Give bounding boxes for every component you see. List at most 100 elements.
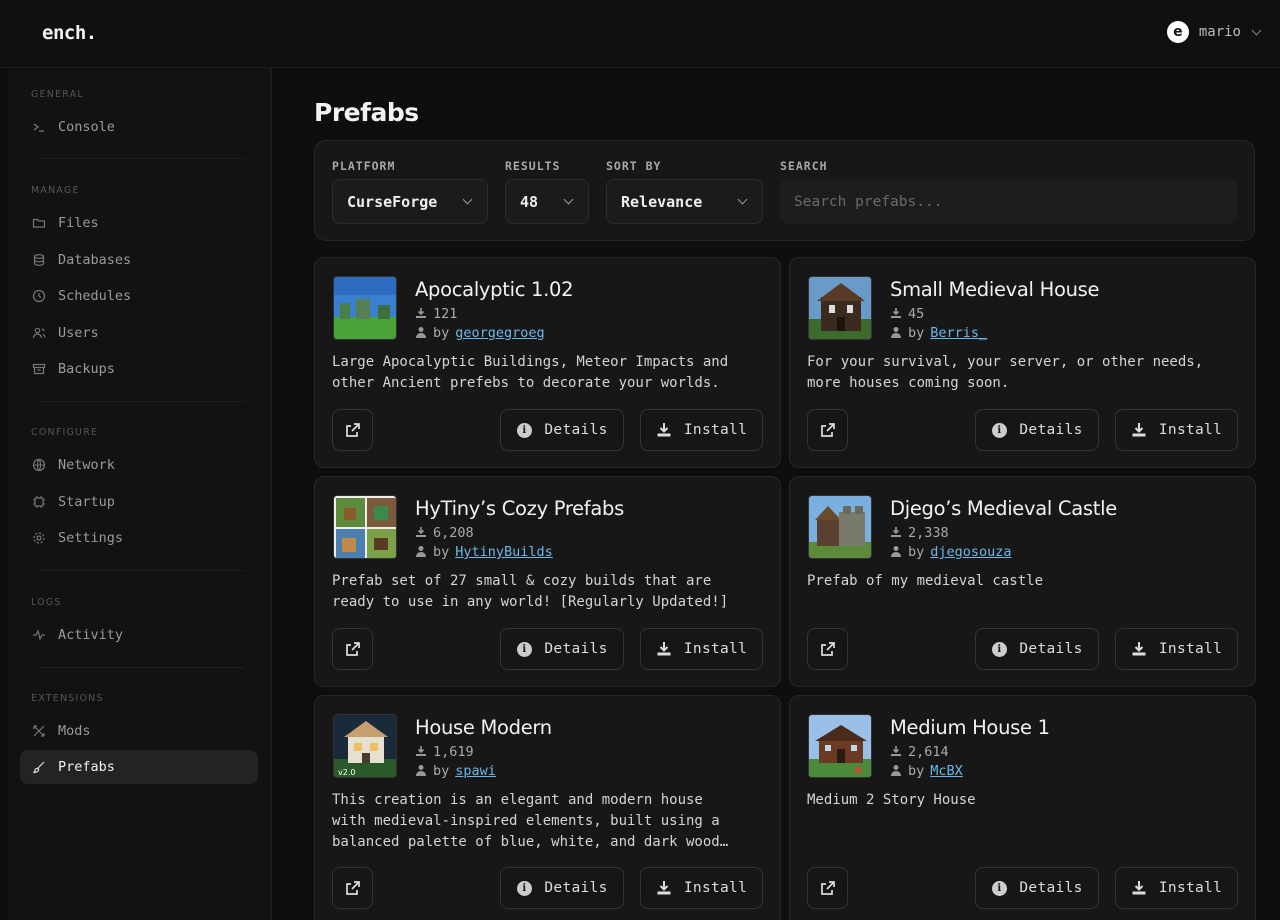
sidebar-item-label: Activity (58, 627, 124, 643)
app-logo[interactable]: ench. (42, 22, 97, 44)
by-label: by (908, 325, 925, 341)
prefab-title[interactable]: Small Medieval House (890, 278, 1099, 301)
prefab-thumbnail[interactable] (808, 276, 872, 340)
open-external-button[interactable] (332, 628, 373, 670)
author-link[interactable]: djegosouza (930, 544, 1011, 560)
author-link[interactable]: HytinyBuilds (455, 544, 553, 560)
sidebar-item-mods[interactable]: Mods (20, 714, 258, 748)
download-count: 2,338 (890, 525, 949, 541)
download-count-value: 45 (908, 306, 925, 322)
by-label: by (908, 544, 925, 560)
download-count: 45 (890, 306, 924, 322)
sidebar-item-databases[interactable]: Databases (20, 243, 258, 277)
author-line: by HytinyBuilds (415, 544, 553, 560)
sidebar-item-backups[interactable]: Backups (20, 352, 258, 386)
sidebar-section-general: GENERAL (31, 89, 84, 100)
prefab-title[interactable]: Medium House 1 (890, 716, 1050, 739)
details-label: Details (1019, 641, 1083, 657)
info-icon: i (991, 422, 1007, 438)
download-count-value: 1,619 (433, 744, 474, 760)
svg-text:v2.0: v2.0 (338, 768, 355, 777)
sidebar-item-schedules[interactable]: Schedules (20, 279, 258, 313)
user-icon (415, 326, 427, 341)
sidebar-item-activity[interactable]: Activity (20, 618, 258, 652)
download-icon (890, 307, 902, 322)
user-icon (890, 545, 902, 560)
divider (38, 570, 244, 571)
external-link-icon (820, 880, 836, 896)
sidebar-section-manage: MANAGE (31, 185, 80, 196)
prefab-thumbnail[interactable] (333, 276, 397, 340)
results-select[interactable]: 48 (505, 179, 589, 224)
chevron-down-icon[interactable] (1251, 25, 1262, 35)
sidebar-item-startup[interactable]: Startup (20, 485, 258, 519)
details-label: Details (1019, 880, 1083, 896)
results-value: 48 (520, 192, 539, 211)
author-line: by georgegroeg (415, 325, 545, 341)
avatar[interactable]: e (1166, 21, 1189, 43)
open-external-button[interactable] (807, 409, 848, 451)
search-input[interactable] (780, 179, 1237, 224)
details-button[interactable]: i Details (500, 628, 624, 670)
info-icon: i (516, 880, 532, 896)
install-button[interactable]: Install (1115, 628, 1238, 670)
user-menu[interactable]: e mario (1166, 21, 1262, 43)
prefab-thumbnail[interactable] (808, 495, 872, 559)
platform-select[interactable]: CurseForge (332, 179, 488, 224)
download-icon (415, 526, 427, 541)
terminal-icon (32, 120, 46, 134)
info-icon: i (516, 641, 532, 657)
details-label: Details (544, 641, 608, 657)
install-button[interactable]: Install (1115, 867, 1238, 909)
prefab-description: For your survival, your server, or other… (807, 354, 1204, 391)
download-count-value: 2,614 (908, 744, 949, 760)
author-link[interactable]: McBX (930, 763, 963, 779)
details-button[interactable]: i Details (500, 867, 624, 909)
chevron-down-icon (462, 194, 473, 205)
sidebar-item-label: Console (58, 119, 115, 135)
prefab-thumbnail[interactable] (333, 495, 397, 559)
by-label: by (433, 325, 450, 341)
sidebar-item-users[interactable]: Users (20, 316, 258, 350)
sidebar-item-prefabs[interactable]: Prefabs (20, 750, 258, 784)
sidebar-item-network[interactable]: Network (20, 448, 258, 482)
sidebar-item-files[interactable]: Files (20, 206, 258, 240)
details-button[interactable]: i Details (975, 867, 1099, 909)
sidebar-item-console[interactable]: Console (20, 110, 258, 144)
author-link[interactable]: spawi (455, 763, 496, 779)
username[interactable]: mario (1199, 24, 1241, 40)
open-external-button[interactable] (807, 867, 848, 909)
sort-select[interactable]: Relevance (606, 179, 763, 224)
details-button[interactable]: i Details (975, 409, 1099, 451)
open-external-button[interactable] (332, 409, 373, 451)
prefab-title[interactable]: HyTiny’s Cozy Prefabs (415, 497, 624, 520)
prefab-thumbnail[interactable]: v2.0 (333, 714, 397, 778)
install-button[interactable]: Install (640, 409, 763, 451)
author-link[interactable]: georgegroeg (455, 325, 544, 341)
database-icon (32, 253, 46, 267)
prefab-title[interactable]: Djego’s Medieval Castle (890, 497, 1117, 520)
prefab-description: Medium 2 Story House (807, 792, 976, 808)
author-link[interactable]: Berris_ (930, 325, 987, 341)
by-label: by (433, 544, 450, 560)
install-button[interactable]: Install (1115, 409, 1238, 451)
prefab-title[interactable]: House Modern (415, 716, 552, 739)
open-external-button[interactable] (332, 867, 373, 909)
sidebar-item-settings[interactable]: Settings (20, 521, 258, 555)
prefab-description: Large Apocalyptic Buildings, Meteor Impa… (332, 354, 729, 391)
prefab-description: Prefab set of 27 small & cozy builds tha… (332, 573, 729, 610)
external-link-icon (820, 422, 836, 438)
prefab-title[interactable]: Apocalyptic 1.02 (415, 278, 574, 301)
details-button[interactable]: i Details (500, 409, 624, 451)
prefab-thumbnail[interactable] (808, 714, 872, 778)
sidebar-item-label: Startup (58, 494, 115, 510)
sidebar-section-configure: CONFIGURE (31, 427, 99, 438)
install-button[interactable]: Install (640, 628, 763, 670)
info-icon: i (991, 641, 1007, 657)
details-button[interactable]: i Details (975, 628, 1099, 670)
top-bar: ench. e mario (0, 0, 1280, 68)
open-external-button[interactable] (807, 628, 848, 670)
user-icon (890, 326, 902, 341)
prefab-card: HyTiny’s Cozy Prefabs 6,208 by HytinyBui… (314, 476, 781, 687)
install-button[interactable]: Install (640, 867, 763, 909)
